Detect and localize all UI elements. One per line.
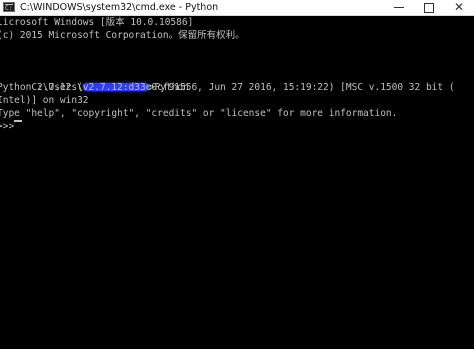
window-title: C:\WINDOWS\system32\cmd.exe - Python [20, 2, 219, 13]
close-button[interactable]: ✕ [446, 0, 472, 15]
console-line: licrosoft Windows [版本 10.0.10586] [0, 17, 194, 28]
close-icon: ✕ [453, 0, 465, 14]
console-output[interactable]: licrosoft Windows [版本 10.0.10586] (c) 20… [0, 16, 474, 349]
text-cursor [14, 120, 22, 122]
python-version-line: Python 2.7.12 (v2.7.12:d33e0cf91556, Jun… [0, 82, 455, 93]
minimize-icon [394, 7, 404, 8]
minimize-button[interactable] [386, 0, 412, 15]
cmd-window: C: C:\WINDOWS\system32\cmd.exe - Python … [0, 0, 474, 349]
python-platform-line: Intel)] on win32 [0, 95, 89, 106]
maximize-icon [424, 3, 434, 13]
python-help-line: Type "help", "copyright", "credits" or "… [0, 108, 398, 119]
maximize-button[interactable] [416, 0, 442, 15]
cmd-icon: C: [3, 2, 15, 12]
command-prompt-line: C:\Users\ >Python [0, 68, 189, 93]
console-line: (c) 2015 Microsoft Corporation。保留所有权利。 [0, 30, 245, 41]
title-bar[interactable]: C: C:\WINDOWS\system32\cmd.exe - Python … [0, 0, 474, 16]
